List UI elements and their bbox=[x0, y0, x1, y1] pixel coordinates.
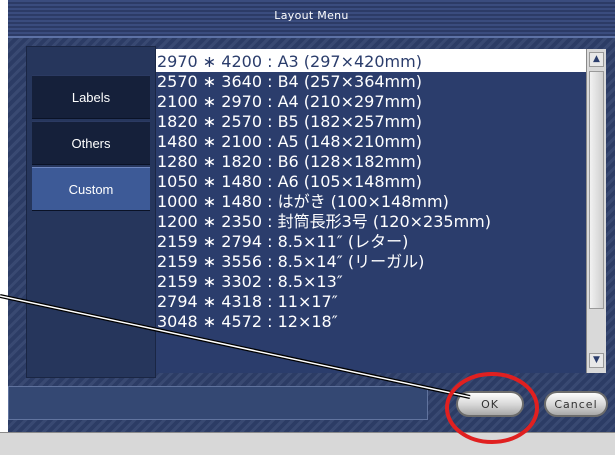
scroll-up-arrow-icon[interactable]: ▲ bbox=[589, 52, 604, 67]
list-item[interactable]: 2159 ∗ 3556 : 8.5×14″ (リーガル) bbox=[156, 252, 586, 272]
list-item[interactable]: 1820 ∗ 2570 : B5 (182×257mm) bbox=[156, 112, 586, 132]
list-item[interactable]: 1480 ∗ 2100 : A5 (148×210mm) bbox=[156, 132, 586, 152]
list-scrollbar[interactable]: ▲ ▼ bbox=[586, 49, 606, 373]
sidebar-item-custom[interactable]: Custom bbox=[32, 167, 150, 211]
list-filler bbox=[156, 332, 586, 373]
list-item[interactable]: 2570 ∗ 3640 : B4 (257×364mm) bbox=[156, 72, 586, 92]
list-item[interactable]: 1200 ∗ 2350 : 封筒長形3号 (120×235mm) bbox=[156, 212, 586, 232]
list-item[interactable]: 1050 ∗ 1480 : A6 (105×148mm) bbox=[156, 172, 586, 192]
scrollbar-thumb[interactable] bbox=[589, 71, 604, 309]
dialog-title: Layout Menu bbox=[274, 9, 349, 22]
list-item[interactable]: 1000 ∗ 1480 : はがき (100×148mm) bbox=[156, 192, 586, 212]
title-bar: Layout Menu bbox=[8, 0, 615, 38]
list-item[interactable]: 2794 ∗ 4318 : 11×17″ bbox=[156, 292, 586, 312]
category-sidebar: Labels Others Custom bbox=[26, 46, 156, 378]
cancel-button[interactable]: Cancel bbox=[544, 391, 608, 417]
list-item[interactable]: 2970 ∗ 4200 : A3 (297×420mm) bbox=[156, 52, 586, 72]
ok-button[interactable]: OK bbox=[456, 391, 524, 417]
list-item[interactable]: 2159 ∗ 2794 : 8.5×11″ (レター) bbox=[156, 232, 586, 252]
sidebar-item-others[interactable]: Others bbox=[32, 121, 150, 165]
layout-menu-dialog: Layout Menu Labels Others Custom 2970 ∗ … bbox=[8, 0, 615, 454]
list-item[interactable]: 2159 ∗ 3302 : 8.5×13″ bbox=[156, 272, 586, 292]
status-field bbox=[8, 386, 428, 420]
list-item[interactable]: 1280 ∗ 1820 : B6 (128×182mm) bbox=[156, 152, 586, 172]
sidebar-item-labels[interactable]: Labels bbox=[32, 75, 150, 119]
paper-size-list[interactable]: 2970 ∗ 4200 : A3 (297×420mm) 2570 ∗ 3640… bbox=[156, 49, 586, 373]
scroll-down-arrow-icon[interactable]: ▼ bbox=[589, 353, 604, 368]
list-item[interactable]: 3048 ∗ 4572 : 12×18″ bbox=[156, 312, 586, 332]
bottom-status-bar bbox=[0, 432, 615, 455]
list-item[interactable]: 2100 ∗ 2970 : A4 (210×297mm) bbox=[156, 92, 586, 112]
